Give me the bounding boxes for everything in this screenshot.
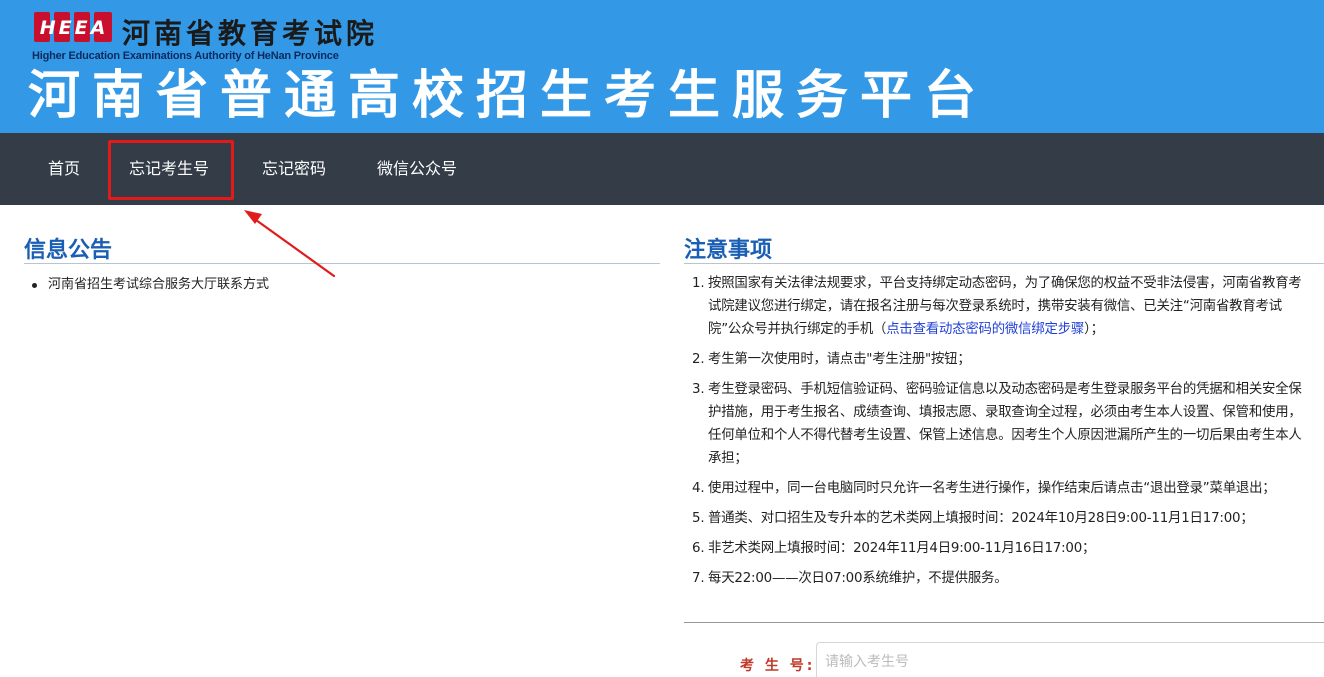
wechat-binding-steps-link[interactable]: 点击查看动态密码的微信绑定步骤 bbox=[886, 322, 1084, 337]
notices-list: 1. 按照国家有关法律法规要求，平台支持绑定动态密码，为了确保您的权益不受非法侵害… bbox=[692, 272, 1304, 597]
bullet-icon bbox=[32, 283, 37, 288]
notice-item-2: 2. 考生第一次使用时，请点击"考生注册"按钮； bbox=[692, 348, 1304, 371]
heea-logo-icon: HEEA bbox=[34, 12, 112, 42]
notice-text: 每天22:00——次日07:00系统维护，不提供服务。 bbox=[708, 571, 1008, 586]
nav-item-home[interactable]: 首页 bbox=[48, 133, 80, 205]
site-header: HEEA 河南省教育考试院 Higher Education Examinati… bbox=[0, 0, 1324, 133]
notice-text: 非艺术类网上填报时间：2024年11月4日9:00-11月16日17:00； bbox=[708, 541, 1096, 556]
notice-text: 使用过程中，同一台电脑同时只允许一名考生进行操作，操作结束后请点击“退出登录”菜… bbox=[708, 481, 1276, 496]
notice-number: 4. bbox=[692, 481, 705, 496]
notice-number: 2. bbox=[692, 352, 705, 367]
notice-item-6: 6. 非艺术类网上填报时间：2024年11月4日9:00-11月16日17:00； bbox=[692, 537, 1304, 560]
notice-number: 5. bbox=[692, 511, 705, 526]
notice-item-3: 3. 考生登录密码、手机短信验证码、密码验证信息以及动态密码是考生登录服务平台的凭… bbox=[692, 378, 1304, 470]
exam-number-label: 考 生 号: bbox=[740, 658, 816, 674]
notice-number: 1. bbox=[692, 276, 705, 291]
announcements-divider bbox=[24, 263, 660, 264]
notice-item-4: 4. 使用过程中，同一台电脑同时只允许一名考生进行操作，操作结束后请点击“退出登录… bbox=[692, 477, 1304, 500]
notice-number: 3. bbox=[692, 382, 705, 397]
org-name-en: Higher Education Examinations Authority … bbox=[32, 50, 339, 62]
notice-item-5: 5. 普通类、对口招生及专升本的艺术类网上填报时间：2024年10月28日9:00… bbox=[692, 507, 1304, 530]
nav-item-forgot-password[interactable]: 忘记密码 bbox=[262, 133, 326, 205]
announcements-title: 信息公告 bbox=[24, 238, 113, 263]
nav-item-wechat-account[interactable]: 微信公众号 bbox=[377, 133, 457, 205]
org-name: 河南省教育考试院 bbox=[122, 17, 379, 50]
login-divider bbox=[684, 622, 1324, 623]
announcement-item[interactable]: 河南省招生考试综合服务大厅联系方式 bbox=[32, 275, 269, 295]
exam-number-input[interactable] bbox=[816, 642, 1324, 677]
notice-number: 6. bbox=[692, 541, 705, 556]
nav-item-forgot-exam-number[interactable]: 忘记考生号 bbox=[129, 133, 209, 205]
svg-text:HEEA: HEEA bbox=[40, 17, 109, 39]
platform-title: 河南省普通高校招生考生服务平台 bbox=[28, 65, 989, 126]
main-nav: 首页 忘记考生号 忘记密码 微信公众号 bbox=[0, 133, 1324, 205]
notices-title: 注意事项 bbox=[684, 238, 773, 263]
notice-number: 7. bbox=[692, 571, 705, 586]
announcements-list: 河南省招生考试综合服务大厅联系方式 bbox=[32, 275, 269, 295]
notice-item-1: 1. 按照国家有关法律法规要求，平台支持绑定动态密码，为了确保您的权益不受非法侵害… bbox=[692, 272, 1304, 341]
notice-text: 考生第一次使用时，请点击"考生注册"按钮； bbox=[708, 352, 971, 367]
announcement-item-text[interactable]: 河南省招生考试综合服务大厅联系方式 bbox=[48, 277, 269, 292]
notice-text: 考生登录密码、手机短信验证码、密码验证信息以及动态密码是考生登录服务平台的凭据和… bbox=[708, 382, 1302, 466]
notice-text: 普通类、对口招生及专升本的艺术类网上填报时间：2024年10月28日9:00-1… bbox=[708, 511, 1254, 526]
notice-item-7: 7. 每天22:00——次日07:00系统维护，不提供服务。 bbox=[692, 567, 1304, 590]
notice-text-tail: ）； bbox=[1084, 322, 1104, 337]
notices-divider bbox=[684, 263, 1324, 264]
